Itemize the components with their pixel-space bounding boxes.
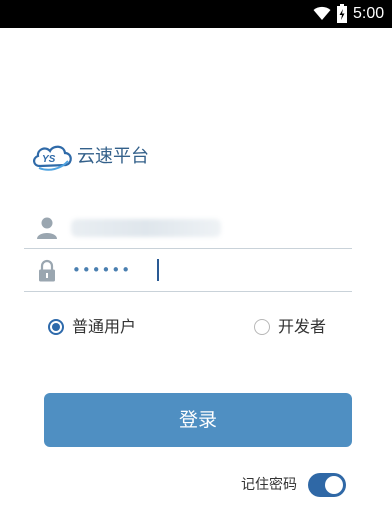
password-input[interactable]: ••••••	[72, 260, 131, 280]
wifi-icon	[313, 6, 331, 20]
radio-developer-label: 开发者	[278, 317, 327, 336]
password-field[interactable]: ••••••	[24, 251, 352, 292]
remember-password-toggle[interactable]	[308, 473, 346, 497]
user-type-radio-group: 普通用户 开发者	[48, 315, 338, 341]
ys-cloud-logo-icon: YS	[33, 145, 72, 171]
radio-unchecked-icon	[254, 319, 270, 335]
battery-charging-icon	[337, 4, 347, 23]
radio-checked-icon	[48, 319, 64, 335]
remember-password-row: 记住密码	[241, 470, 351, 500]
status-time: 5:00	[353, 5, 385, 22]
username-input[interactable]	[71, 219, 221, 237]
lock-icon	[39, 259, 55, 282]
login-button[interactable]: 登录	[44, 393, 352, 447]
remember-password-label: 记住密码	[241, 477, 297, 493]
text-caret	[157, 259, 159, 281]
username-field[interactable]	[24, 208, 352, 249]
app-name: 云速平台	[77, 146, 149, 167]
svg-text:YS: YS	[42, 154, 56, 165]
radio-normal-user-label: 普通用户	[72, 317, 137, 336]
toggle-knob	[325, 476, 343, 494]
status-bar: 5:00	[0, 0, 392, 28]
user-icon	[37, 217, 57, 239]
